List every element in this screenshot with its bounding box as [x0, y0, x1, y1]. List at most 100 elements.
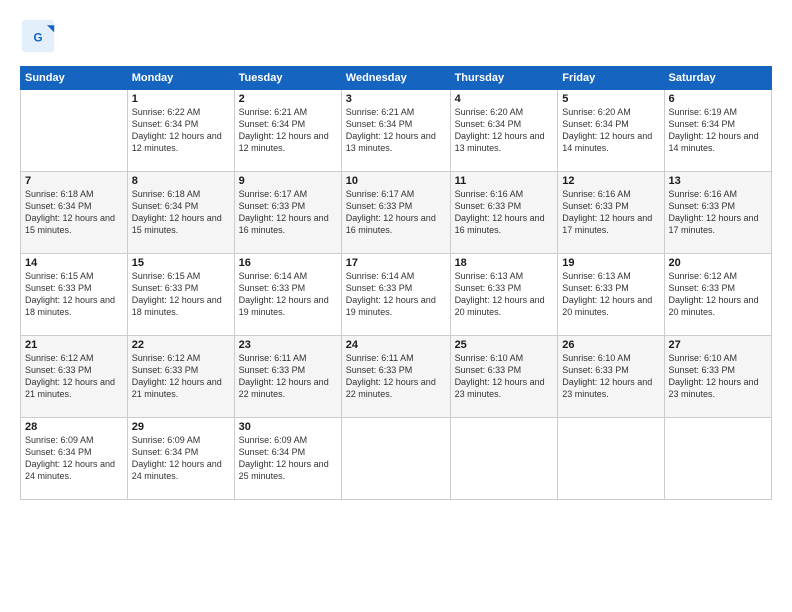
day-info: Sunrise: 6:22 AMSunset: 6:34 PMDaylight:…	[132, 106, 230, 155]
page: G Sunday Monday Tuesday Wednesday Thursd…	[0, 0, 792, 510]
table-row: 29Sunrise: 6:09 AMSunset: 6:34 PMDayligh…	[127, 418, 234, 500]
day-number: 4	[455, 93, 554, 105]
day-info: Sunrise: 6:18 AMSunset: 6:34 PMDaylight:…	[132, 188, 230, 237]
calendar-week-row: 28Sunrise: 6:09 AMSunset: 6:34 PMDayligh…	[21, 418, 772, 500]
day-number: 25	[455, 339, 554, 351]
day-info: Sunrise: 6:18 AMSunset: 6:34 PMDaylight:…	[25, 188, 123, 237]
day-number: 14	[25, 257, 123, 269]
day-number: 19	[562, 257, 659, 269]
day-number: 1	[132, 93, 230, 105]
day-number: 17	[346, 257, 446, 269]
day-info: Sunrise: 6:19 AMSunset: 6:34 PMDaylight:…	[669, 106, 767, 155]
logo: G	[20, 18, 58, 54]
day-number: 28	[25, 421, 123, 433]
table-row: 6Sunrise: 6:19 AMSunset: 6:34 PMDaylight…	[664, 90, 771, 172]
day-number: 16	[239, 257, 337, 269]
calendar-week-row: 21Sunrise: 6:12 AMSunset: 6:33 PMDayligh…	[21, 336, 772, 418]
day-info: Sunrise: 6:16 AMSunset: 6:33 PMDaylight:…	[562, 188, 659, 237]
col-sunday: Sunday	[21, 67, 128, 90]
day-info: Sunrise: 6:13 AMSunset: 6:33 PMDaylight:…	[562, 270, 659, 319]
table-row: 15Sunrise: 6:15 AMSunset: 6:33 PMDayligh…	[127, 254, 234, 336]
day-info: Sunrise: 6:16 AMSunset: 6:33 PMDaylight:…	[669, 188, 767, 237]
day-number: 30	[239, 421, 337, 433]
table-row: 19Sunrise: 6:13 AMSunset: 6:33 PMDayligh…	[558, 254, 664, 336]
day-info: Sunrise: 6:09 AMSunset: 6:34 PMDaylight:…	[239, 434, 337, 483]
day-info: Sunrise: 6:17 AMSunset: 6:33 PMDaylight:…	[239, 188, 337, 237]
table-row: 16Sunrise: 6:14 AMSunset: 6:33 PMDayligh…	[234, 254, 341, 336]
day-number: 5	[562, 93, 659, 105]
day-info: Sunrise: 6:12 AMSunset: 6:33 PMDaylight:…	[25, 352, 123, 401]
table-row: 10Sunrise: 6:17 AMSunset: 6:33 PMDayligh…	[341, 172, 450, 254]
col-saturday: Saturday	[664, 67, 771, 90]
day-number: 8	[132, 175, 230, 187]
day-info: Sunrise: 6:13 AMSunset: 6:33 PMDaylight:…	[455, 270, 554, 319]
day-info: Sunrise: 6:16 AMSunset: 6:33 PMDaylight:…	[455, 188, 554, 237]
day-info: Sunrise: 6:15 AMSunset: 6:33 PMDaylight:…	[25, 270, 123, 319]
table-row: 7Sunrise: 6:18 AMSunset: 6:34 PMDaylight…	[21, 172, 128, 254]
day-number: 23	[239, 339, 337, 351]
table-row	[450, 418, 558, 500]
day-number: 24	[346, 339, 446, 351]
table-row: 3Sunrise: 6:21 AMSunset: 6:34 PMDaylight…	[341, 90, 450, 172]
day-info: Sunrise: 6:09 AMSunset: 6:34 PMDaylight:…	[25, 434, 123, 483]
day-info: Sunrise: 6:14 AMSunset: 6:33 PMDaylight:…	[239, 270, 337, 319]
col-monday: Monday	[127, 67, 234, 90]
table-row	[558, 418, 664, 500]
day-info: Sunrise: 6:15 AMSunset: 6:33 PMDaylight:…	[132, 270, 230, 319]
day-info: Sunrise: 6:12 AMSunset: 6:33 PMDaylight:…	[669, 270, 767, 319]
table-row: 30Sunrise: 6:09 AMSunset: 6:34 PMDayligh…	[234, 418, 341, 500]
day-info: Sunrise: 6:11 AMSunset: 6:33 PMDaylight:…	[239, 352, 337, 401]
table-row	[341, 418, 450, 500]
day-info: Sunrise: 6:10 AMSunset: 6:33 PMDaylight:…	[455, 352, 554, 401]
day-number: 12	[562, 175, 659, 187]
table-row: 12Sunrise: 6:16 AMSunset: 6:33 PMDayligh…	[558, 172, 664, 254]
table-row: 17Sunrise: 6:14 AMSunset: 6:33 PMDayligh…	[341, 254, 450, 336]
day-info: Sunrise: 6:21 AMSunset: 6:34 PMDaylight:…	[346, 106, 446, 155]
table-row	[21, 90, 128, 172]
table-row: 11Sunrise: 6:16 AMSunset: 6:33 PMDayligh…	[450, 172, 558, 254]
table-row: 8Sunrise: 6:18 AMSunset: 6:34 PMDaylight…	[127, 172, 234, 254]
table-row: 25Sunrise: 6:10 AMSunset: 6:33 PMDayligh…	[450, 336, 558, 418]
day-info: Sunrise: 6:20 AMSunset: 6:34 PMDaylight:…	[562, 106, 659, 155]
table-row: 9Sunrise: 6:17 AMSunset: 6:33 PMDaylight…	[234, 172, 341, 254]
calendar-week-row: 1Sunrise: 6:22 AMSunset: 6:34 PMDaylight…	[21, 90, 772, 172]
col-friday: Friday	[558, 67, 664, 90]
table-row: 22Sunrise: 6:12 AMSunset: 6:33 PMDayligh…	[127, 336, 234, 418]
day-info: Sunrise: 6:10 AMSunset: 6:33 PMDaylight:…	[562, 352, 659, 401]
day-number: 26	[562, 339, 659, 351]
table-row: 14Sunrise: 6:15 AMSunset: 6:33 PMDayligh…	[21, 254, 128, 336]
table-row: 13Sunrise: 6:16 AMSunset: 6:33 PMDayligh…	[664, 172, 771, 254]
svg-text:G: G	[33, 31, 42, 44]
calendar-header-row: Sunday Monday Tuesday Wednesday Thursday…	[21, 67, 772, 90]
day-number: 10	[346, 175, 446, 187]
day-number: 7	[25, 175, 123, 187]
calendar-table: Sunday Monday Tuesday Wednesday Thursday…	[20, 66, 772, 500]
col-thursday: Thursday	[450, 67, 558, 90]
day-number: 6	[669, 93, 767, 105]
table-row: 5Sunrise: 6:20 AMSunset: 6:34 PMDaylight…	[558, 90, 664, 172]
table-row: 2Sunrise: 6:21 AMSunset: 6:34 PMDaylight…	[234, 90, 341, 172]
table-row: 18Sunrise: 6:13 AMSunset: 6:33 PMDayligh…	[450, 254, 558, 336]
day-info: Sunrise: 6:14 AMSunset: 6:33 PMDaylight:…	[346, 270, 446, 319]
day-number: 3	[346, 93, 446, 105]
day-number: 22	[132, 339, 230, 351]
day-number: 2	[239, 93, 337, 105]
day-number: 27	[669, 339, 767, 351]
day-number: 15	[132, 257, 230, 269]
col-tuesday: Tuesday	[234, 67, 341, 90]
table-row: 28Sunrise: 6:09 AMSunset: 6:34 PMDayligh…	[21, 418, 128, 500]
calendar-week-row: 14Sunrise: 6:15 AMSunset: 6:33 PMDayligh…	[21, 254, 772, 336]
day-info: Sunrise: 6:09 AMSunset: 6:34 PMDaylight:…	[132, 434, 230, 483]
day-number: 29	[132, 421, 230, 433]
day-info: Sunrise: 6:17 AMSunset: 6:33 PMDaylight:…	[346, 188, 446, 237]
logo-icon: G	[20, 18, 56, 54]
table-row: 27Sunrise: 6:10 AMSunset: 6:33 PMDayligh…	[664, 336, 771, 418]
table-row: 24Sunrise: 6:11 AMSunset: 6:33 PMDayligh…	[341, 336, 450, 418]
day-info: Sunrise: 6:12 AMSunset: 6:33 PMDaylight:…	[132, 352, 230, 401]
day-number: 21	[25, 339, 123, 351]
day-info: Sunrise: 6:11 AMSunset: 6:33 PMDaylight:…	[346, 352, 446, 401]
day-info: Sunrise: 6:20 AMSunset: 6:34 PMDaylight:…	[455, 106, 554, 155]
table-row: 21Sunrise: 6:12 AMSunset: 6:33 PMDayligh…	[21, 336, 128, 418]
calendar-week-row: 7Sunrise: 6:18 AMSunset: 6:34 PMDaylight…	[21, 172, 772, 254]
table-row: 26Sunrise: 6:10 AMSunset: 6:33 PMDayligh…	[558, 336, 664, 418]
